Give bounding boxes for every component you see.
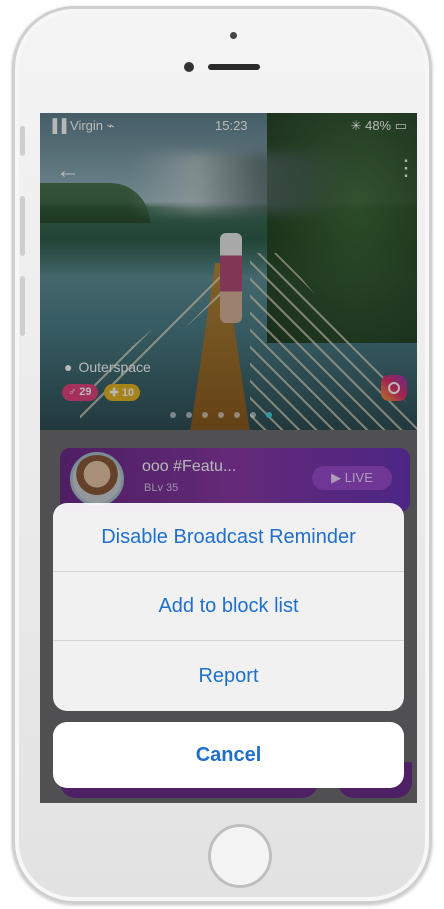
add-to-block-list-button[interactable]: Add to block list [53, 572, 404, 641]
earpiece-speaker [208, 64, 260, 70]
phone-screen: ▐▐ Virgin ⌁ 15:23 ✳ 48% ▭ ← ⋮ ● Outerspa… [40, 113, 417, 803]
action-sheet: Disable Broadcast Reminder Add to block … [53, 503, 404, 711]
volume-down-button [20, 276, 25, 336]
proximity-sensor [230, 32, 237, 39]
cancel-button[interactable]: Cancel [53, 722, 404, 788]
front-camera [184, 62, 194, 72]
volume-up-button [20, 196, 25, 256]
home-button[interactable] [208, 824, 272, 888]
disable-broadcast-reminder-button[interactable]: Disable Broadcast Reminder [53, 503, 404, 572]
mute-switch [20, 126, 25, 156]
report-button[interactable]: Report [53, 641, 404, 711]
